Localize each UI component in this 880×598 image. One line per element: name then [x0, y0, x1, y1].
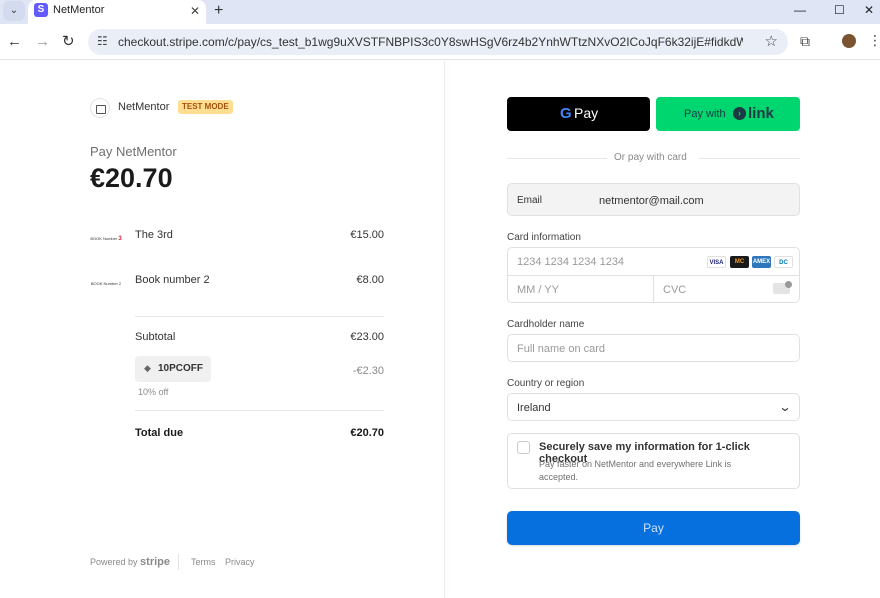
- discount-value: -€2.30: [352, 365, 384, 377]
- product-thumbnail: BOOK Number 3: [90, 236, 122, 242]
- item-price: €8.00: [356, 274, 384, 286]
- privacy-link[interactable]: Privacy: [225, 557, 255, 567]
- promo-code-chip[interactable]: ◆ 10PCOFF: [135, 356, 211, 382]
- new-tab-icon[interactable]: +: [214, 1, 223, 21]
- country-selected-value: Ireland: [517, 402, 551, 414]
- country-region-label: Country or region: [507, 378, 585, 389]
- card-information-field: 1234 1234 1234 1234 VISA MC AMEX DC MM /…: [507, 247, 800, 303]
- forward-arrow-icon[interactable]: →: [35, 33, 50, 51]
- google-pay-button[interactable]: G Pay: [507, 97, 650, 131]
- test-mode-badge: TEST MODE: [178, 100, 233, 114]
- pay-with-link-button[interactable]: Pay with › link: [656, 97, 800, 131]
- extensions-puzzle-icon[interactable]: ⧉: [800, 33, 810, 50]
- promo-code: 10PCOFF: [158, 363, 204, 374]
- order-summary-panel: NetMentor TEST MODE Pay NetMentor €20.70…: [0, 61, 444, 598]
- subtotal-label: Subtotal: [135, 331, 176, 343]
- email-field[interactable]: Email netmentor@mail.com: [507, 183, 800, 216]
- or-pay-with-card-text: Or pay with card: [614, 152, 687, 163]
- browser-tab[interactable]: S NetMentor ✕: [28, 0, 206, 24]
- item-name: Book number 2: [135, 274, 210, 286]
- email-label: Email: [517, 195, 543, 206]
- merchant-name: NetMentor: [118, 101, 170, 113]
- total-amount-heading: €20.70: [90, 163, 173, 193]
- total-due-value: €20.70: [350, 427, 384, 439]
- pay-merchant-label: Pay NetMentor: [90, 144, 177, 159]
- google-pay-label: Pay: [574, 105, 599, 121]
- item-price: €15.00: [350, 229, 384, 241]
- card-number-input[interactable]: 1234 1234 1234 1234: [517, 256, 624, 268]
- summary-divider: [135, 410, 384, 411]
- card-information-label: Card information: [507, 232, 581, 243]
- subtotal-value: €23.00: [350, 331, 384, 343]
- close-window-icon[interactable]: ✕: [864, 2, 874, 18]
- pay-button-label: Pay: [643, 521, 664, 535]
- email-value: netmentor@mail.com: [599, 195, 704, 207]
- line-item: BOOK Number 3 The 3rd €15.00: [90, 229, 384, 259]
- checkout-page: NetMentor TEST MODE Pay NetMentor €20.70…: [0, 61, 880, 598]
- tab-search-chevron-icon[interactable]: ⌄: [3, 1, 25, 21]
- mastercard-icon: MC: [730, 256, 749, 268]
- close-tab-icon[interactable]: ✕: [190, 3, 200, 19]
- tag-icon: ◆: [144, 363, 151, 373]
- save-info-description: Pay faster on NetMentor and everywhere L…: [539, 459, 732, 482]
- pay-with-label: Pay with: [684, 108, 726, 120]
- save-info-option[interactable]: Securely save my information for 1-click…: [507, 433, 800, 489]
- powered-by-stripe[interactable]: Powered by stripe: [90, 556, 170, 568]
- cvc-input[interactable]: CVC: [663, 284, 686, 296]
- terms-link[interactable]: Terms: [191, 557, 216, 567]
- diners-club-icon: DC: [774, 256, 793, 268]
- address-bar[interactable]: ☷ checkout.stripe.com/c/pay/cs_test_b1wg…: [88, 29, 788, 55]
- or-divider-left: [507, 158, 607, 159]
- visa-icon: VISA: [707, 256, 726, 268]
- back-arrow-icon[interactable]: ←: [7, 33, 22, 51]
- item-name: The 3rd: [135, 229, 173, 241]
- expiry-input[interactable]: MM / YY: [517, 284, 559, 296]
- site-settings-icon[interactable]: ☷: [97, 34, 108, 48]
- product-thumbnail: BOOK Number 2: [90, 281, 122, 286]
- stripe-favicon-icon: S: [34, 3, 48, 17]
- bookmark-star-icon[interactable]: ☆: [765, 32, 778, 50]
- merchant-logo-icon: [90, 98, 110, 118]
- cvc-card-icon: [773, 281, 792, 294]
- amex-icon: AMEX: [752, 256, 771, 268]
- summary-divider: [135, 316, 384, 317]
- maximize-icon[interactable]: ☐: [834, 2, 845, 18]
- tab-title: NetMentor: [53, 4, 105, 16]
- link-wordmark: link: [748, 105, 774, 122]
- chevron-down-icon: ⌄: [778, 400, 792, 414]
- link-arrow-icon: ›: [733, 107, 746, 120]
- browser-toolbar: ← → ↻ ☷ checkout.stripe.com/c/pay/cs_tes…: [0, 24, 880, 60]
- payment-panel: G Pay Pay with › link Or pay with card E…: [445, 61, 880, 598]
- country-select[interactable]: Ireland ⌄: [507, 393, 800, 421]
- reload-icon[interactable]: ↻: [62, 33, 75, 51]
- line-item: BOOK Number 2 Book number 2 €8.00: [90, 274, 384, 304]
- promo-note: 10% off: [138, 387, 169, 397]
- google-g-icon: G: [560, 105, 572, 122]
- cardholder-name-input[interactable]: Full name on card: [507, 334, 800, 362]
- profile-avatar[interactable]: [842, 34, 856, 48]
- save-info-checkbox[interactable]: [517, 441, 530, 454]
- url-text: checkout.stripe.com/c/pay/cs_test_b1wg9u…: [118, 35, 743, 49]
- or-divider-right: [699, 158, 800, 159]
- cardholder-name-label: Cardholder name: [507, 319, 585, 330]
- browser-tab-bar: ⌄ S NetMentor ✕ + — ☐ ✕: [0, 0, 880, 24]
- footer-separator: [178, 554, 179, 570]
- stripe-logo: stripe: [140, 556, 171, 568]
- card-field-divider: [653, 276, 654, 303]
- pay-button[interactable]: Pay: [507, 511, 800, 545]
- browser-menu-icon[interactable]: ⋮: [868, 32, 880, 49]
- minimize-icon[interactable]: —: [794, 2, 806, 18]
- total-due-label: Total due: [135, 427, 184, 439]
